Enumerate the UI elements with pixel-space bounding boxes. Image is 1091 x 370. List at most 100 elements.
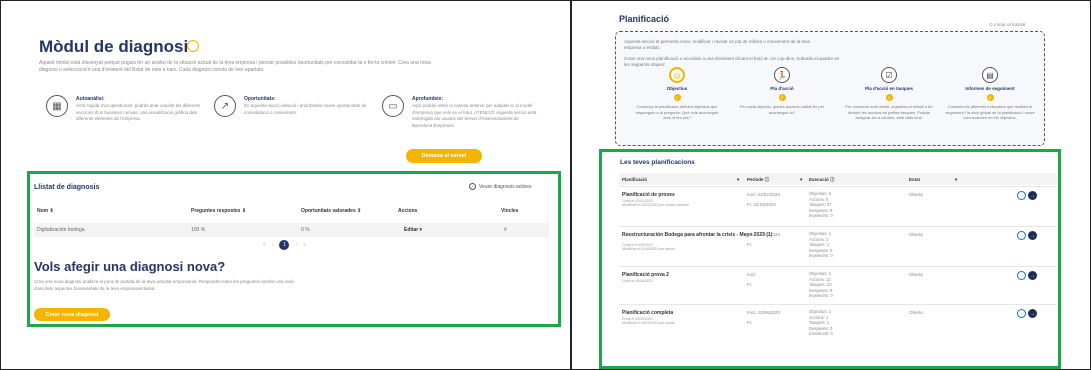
- plan-start: Inici: 22/06/2023: [747, 310, 781, 315]
- open-arrow-icon[interactable]: →: [1028, 231, 1037, 240]
- feature-desc: Amb l'ajuda d'un qüestionari, podràs ana…: [76, 103, 201, 121]
- target-icon: ◎: [669, 67, 685, 83]
- info-icon[interactable]: [187, 40, 199, 52]
- check-circle-icon[interactable]: ✓: [469, 183, 476, 190]
- growth-chart-icon: ↗: [214, 95, 236, 117]
- cell-nom[interactable]: Digitalización bodega: [37, 227, 85, 233]
- cell-preguntes: 100 %: [191, 227, 206, 233]
- column-header-preguntes[interactable]: Preguntes respostes ⇕: [191, 208, 246, 214]
- plan-name[interactable]: Planificació completa: [622, 310, 673, 316]
- tutorial-link[interactable]: ⊙ Iniciar el tutorial: [989, 22, 1026, 28]
- exec-tasques: Tasques: 1: [809, 320, 830, 326]
- new-diagnosis-title: Vols afegir una diagnosi nova?: [34, 259, 226, 274]
- cell-oportunitats: 0 %: [301, 227, 310, 233]
- page-title: Planificació: [619, 14, 670, 24]
- sort-icon[interactable]: ▾: [800, 177, 802, 183]
- exec-tasques: Tasques: 37: [809, 202, 832, 208]
- column-header-nom[interactable]: Nom ⇕: [37, 208, 54, 214]
- plan-name[interactable]: Planificació de proves: [622, 192, 675, 198]
- options-icon[interactable]: ⋯: [1017, 309, 1026, 318]
- monitor-icon: ▭: [382, 95, 404, 117]
- step-desc: Consulta els diferents indicadors que fa…: [945, 104, 1035, 120]
- demana-servei-button[interactable]: Demana el servei: [406, 149, 482, 163]
- plan-modified: Modificat el 03/03/2023 per usuari: [622, 321, 675, 325]
- step-title: Objectius: [666, 86, 688, 91]
- list-title: Llistat de diagnosis: [34, 184, 100, 191]
- last-page-button[interactable]: »: [303, 242, 306, 248]
- table-row: [34, 223, 549, 237]
- exec-objectius: Objectius: 1: [809, 231, 832, 236]
- feature-title: Aprofundeix:: [412, 96, 444, 102]
- step-desc: Per concretar amb detall, organitza el t…: [845, 104, 933, 120]
- sort-icon[interactable]: ▾: [737, 177, 739, 183]
- prev-page-button[interactable]: ‹: [272, 242, 274, 248]
- plan-end: Fi:: [747, 320, 752, 325]
- plan-end: Fi:: [747, 282, 752, 287]
- checklist-icon: ☑: [881, 67, 897, 83]
- crear-diagnosi-button[interactable]: Crear nova diagnosi: [34, 308, 110, 321]
- step-number: 3: [885, 94, 893, 101]
- intro-text: Aquest mòdul està dissenyat perquè pugui…: [39, 60, 431, 73]
- step-number: 4: [986, 94, 994, 101]
- feature-desc: En aquesta secció ideació i prioritzaràs…: [244, 103, 367, 115]
- table-row: Planificació completa Creat el 03/03/202…: [619, 304, 1057, 344]
- step-objectius: ◎ Objectius 1 Comença la planificació de…: [632, 67, 722, 121]
- grid-icon: ▦: [46, 95, 68, 117]
- plan-start: Inici:: [747, 272, 757, 277]
- edit-dropdown[interactable]: Editar ▾: [404, 227, 422, 233]
- exec-inversions: Inversions: 0: [809, 213, 833, 219]
- step-informes: ▤ Informes de seguiment 4 Consulta els d…: [945, 67, 1035, 121]
- step-title: Pla d'acció en tasques: [864, 86, 914, 91]
- feature-title: Oportunitats:: [244, 96, 276, 102]
- step-number: 1: [673, 94, 681, 101]
- exec-tasques: Tasques: 23: [809, 282, 832, 288]
- exec-inversions: Inversions: 0: [809, 253, 833, 259]
- planificacio-panel: Planificació ⊙ Iniciar el tutorial Aques…: [571, 0, 1091, 370]
- column-header-planificacio[interactable]: Planificació: [622, 177, 647, 182]
- plan-status: Oberta: [909, 192, 923, 197]
- column-header-vincles: Vincles: [501, 208, 519, 214]
- new-diagnosis-desc: Crea una nova diagnosi analitza el punt …: [34, 279, 294, 291]
- report-icon: ▤: [982, 67, 998, 83]
- column-header-periode[interactable]: Període ⓘ: [747, 177, 769, 183]
- next-page-button[interactable]: ›: [295, 242, 297, 248]
- plan-modified: Modificat el 20/10/2023 per usuari conta…: [622, 203, 689, 207]
- step-pla-accio: 🏃 Pla d'acció 2 Per cada objectiu, quine…: [737, 67, 827, 115]
- exec-inversions: Inversions: 0: [809, 331, 833, 337]
- plan-status: Oberta: [909, 310, 923, 315]
- plan-execution: Objectius: 1 Accions: 1 Tasques: 1 Despe…: [809, 231, 833, 259]
- pagination: « ‹ 1 › »: [263, 240, 306, 250]
- first-page-button[interactable]: «: [263, 242, 266, 248]
- plan-end: Fi:: [747, 242, 752, 247]
- plan-execution: Objectius: 1 Accions: 1 Tasques: 1 Despe…: [809, 309, 833, 337]
- exec-objectius: Objectius: 6: [809, 191, 832, 196]
- plan-execution: Objectius: 1 Accions: 12 Tasques: 23 Des…: [809, 271, 833, 299]
- options-icon[interactable]: ⋯: [1017, 271, 1026, 280]
- options-icon[interactable]: ⋯: [1017, 231, 1026, 240]
- options-icon[interactable]: ⋯: [1017, 191, 1026, 200]
- open-arrow-icon[interactable]: →: [1028, 309, 1037, 318]
- running-person-icon: 🏃: [774, 67, 790, 83]
- column-header-execucio[interactable]: Execució ⓘ: [809, 177, 835, 183]
- open-arrow-icon[interactable]: →: [1028, 271, 1037, 280]
- exec-inversions: Inversions: 0: [809, 293, 833, 299]
- column-header-oportunitats[interactable]: Oportunitats valorades ⇕: [301, 208, 361, 214]
- sort-icon[interactable]: ▾: [955, 177, 957, 183]
- step-title: Informes de seguiment: [965, 86, 1015, 91]
- plan-status: Oberta: [909, 232, 923, 237]
- step-tasques: ☑ Pla d'acció en tasques 3 Per concretar…: [844, 67, 934, 121]
- diagnosi-panel: Mòdul de diagnosi Aquest mòdul està diss…: [0, 0, 571, 370]
- page-1-button[interactable]: 1: [279, 240, 290, 250]
- plans-title: Les teves planificacions: [620, 159, 695, 166]
- page-title: Mòdul de diagnosi: [39, 37, 189, 56]
- step-desc: Per cada objectiu, quines accions caldrà…: [739, 104, 825, 115]
- plan-name[interactable]: Planificació prova 2: [622, 272, 669, 278]
- table-row: Reestructuración Bodega para afrontar la…: [619, 226, 1057, 266]
- table-header: [619, 173, 1057, 185]
- link-icon[interactable]: #: [504, 227, 507, 233]
- column-header-estat[interactable]: Estat: [909, 177, 920, 182]
- active-diagnosis-toggle[interactable]: Veure diagnosis actives: [479, 184, 532, 190]
- plan-start: Inici: 01/02/2023: [747, 192, 781, 197]
- open-arrow-icon[interactable]: →: [1028, 191, 1037, 200]
- exec-tasques: Tasques: 1: [809, 242, 830, 248]
